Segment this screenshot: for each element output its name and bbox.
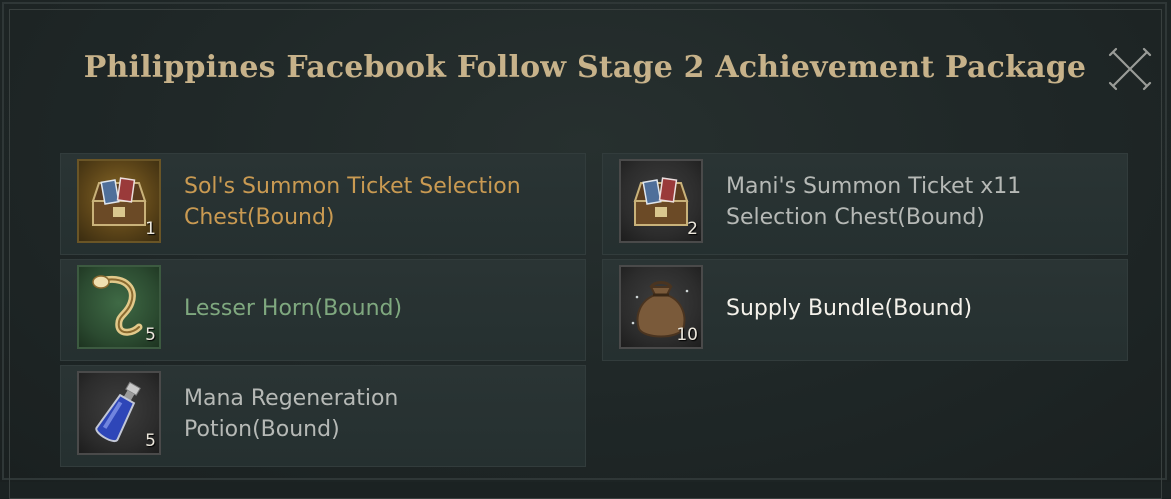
dialog-panel: Philippines Facebook Follow Stage 2 Achi… bbox=[0, 0, 1171, 499]
item-name: Sol's Summon Ticket Selection Chest(Boun… bbox=[184, 154, 584, 250]
item-name-line1: Mani's Summon Ticket x11 bbox=[726, 174, 1022, 199]
item-slot[interactable]: 5 bbox=[77, 371, 161, 455]
item-name-line1: Sol's Summon Ticket Selection bbox=[184, 174, 521, 199]
close-x-icon bbox=[1108, 47, 1152, 91]
item-name-line1: Supply Bundle(Bound) bbox=[726, 295, 973, 321]
dialog-title: Philippines Facebook Follow Stage 2 Achi… bbox=[83, 50, 1087, 85]
item-quantity: 10 bbox=[676, 325, 698, 345]
item-slot[interactable]: 5 bbox=[77, 265, 161, 349]
item-name: Lesser Horn(Bound) bbox=[184, 260, 584, 356]
reward-item-card[interactable]: 2 Mani's Summon Ticket x11 Selection Che… bbox=[602, 153, 1128, 255]
reward-item-card[interactable]: 5 Lesser Horn(Bound) bbox=[60, 259, 586, 361]
item-name: Mani's Summon Ticket x11 Selection Chest… bbox=[726, 154, 1126, 250]
item-name: Supply Bundle(Bound) bbox=[726, 260, 1126, 356]
close-button[interactable] bbox=[1106, 45, 1154, 93]
item-name-line1: Lesser Horn(Bound) bbox=[184, 295, 403, 321]
item-slot[interactable]: 2 bbox=[619, 159, 703, 243]
item-quantity: 1 bbox=[145, 219, 156, 239]
item-quantity: 5 bbox=[145, 431, 156, 451]
item-name-line2: Selection Chest(Bound) bbox=[726, 205, 985, 230]
reward-item-card[interactable]: 5 Mana Regeneration Potion(Bound) bbox=[60, 365, 586, 467]
item-slot[interactable]: 1 bbox=[77, 159, 161, 243]
item-name-line2: Potion(Bound) bbox=[184, 417, 340, 442]
reward-item-card[interactable]: 10 Supply Bundle(Bound) bbox=[602, 259, 1128, 361]
reward-item-card[interactable]: 1 Sol's Summon Ticket Selection Chest(Bo… bbox=[60, 153, 586, 255]
item-slot[interactable]: 10 bbox=[619, 265, 703, 349]
item-name-line2: Chest(Bound) bbox=[184, 205, 335, 230]
item-name: Mana Regeneration Potion(Bound) bbox=[184, 366, 584, 462]
item-quantity: 5 bbox=[145, 325, 156, 345]
item-name-line1: Mana Regeneration bbox=[184, 386, 399, 411]
item-quantity: 2 bbox=[687, 219, 698, 239]
